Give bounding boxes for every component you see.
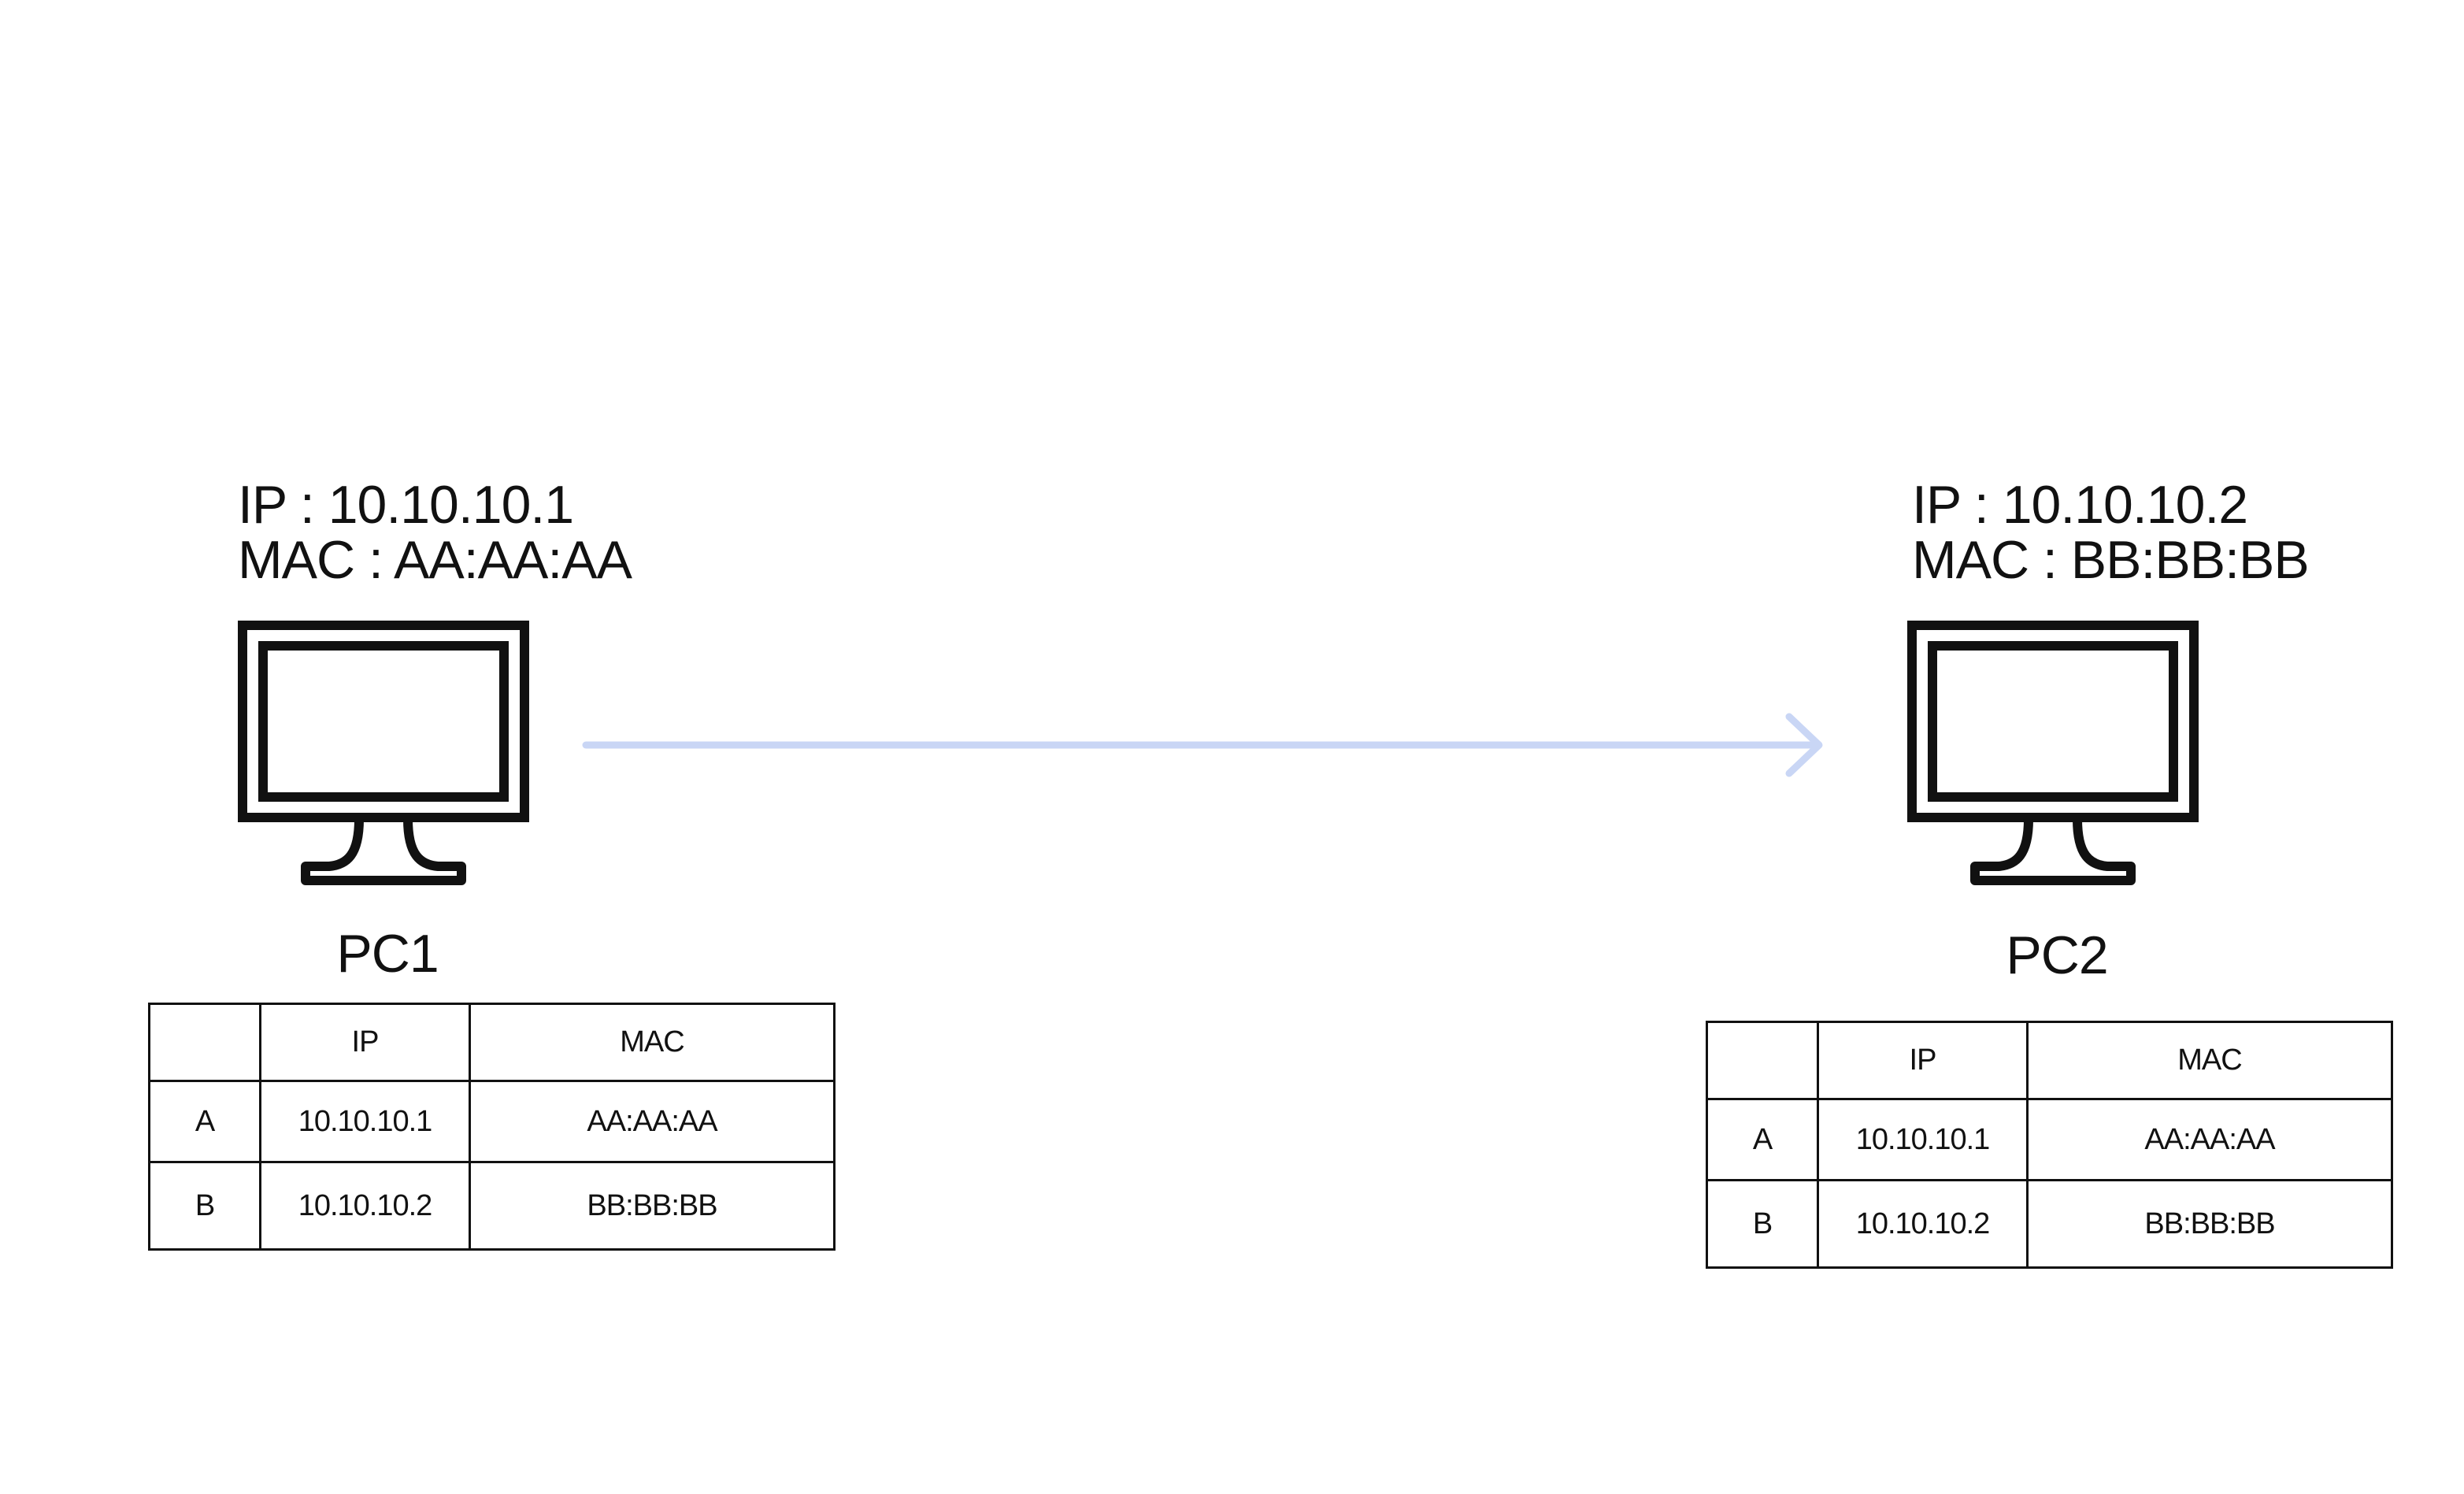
row-name-cell: A <box>148 1080 261 1163</box>
table-row: A 10.10.10.1 AA:AA:AA <box>148 1080 836 1163</box>
header-cell: IP <box>1817 1021 2029 1100</box>
row-mac-cell: AA:AA:AA <box>2026 1098 2393 1181</box>
pc1-label: PC1 <box>336 924 439 984</box>
pc1-arp-table: IP MAC A 10.10.10.1 AA:AA:AA B 10.10.10.… <box>148 1003 836 1251</box>
pc2-ip: IP : 10.10.10.2 <box>1912 475 2248 535</box>
header-cell: MAC <box>2026 1021 2393 1100</box>
pc1-address-info: IP : 10.10.10.1 MAC : AA:AA:AA <box>238 477 632 588</box>
row-name-cell: B <box>1706 1179 1819 1269</box>
header-cell: IP <box>259 1003 471 1082</box>
row-mac-cell: BB:BB:BB <box>469 1161 836 1251</box>
pc2-mac: MAC : BB:BB:BB <box>1912 530 2310 590</box>
row-ip-cell: 10.10.10.1 <box>259 1080 471 1163</box>
header-cell <box>148 1003 261 1082</box>
table-row: B 10.10.10.2 BB:BB:BB <box>148 1161 836 1251</box>
header-cell: MAC <box>469 1003 836 1082</box>
row-ip-cell: 10.10.10.2 <box>259 1161 471 1251</box>
pc1-mac: MAC : AA:AA:AA <box>238 530 632 590</box>
pc2-address-info: IP : 10.10.10.2 MAC : BB:BB:BB <box>1912 475 2310 590</box>
row-ip-cell: 10.10.10.2 <box>1817 1179 2029 1269</box>
pc2-arp-table: IP MAC A 10.10.10.1 AA:AA:AA B 10.10.10.… <box>1706 1021 2393 1269</box>
pc1-ip: IP : 10.10.10.1 <box>238 475 574 535</box>
row-mac-cell: BB:BB:BB <box>2026 1179 2393 1269</box>
header-cell <box>1706 1021 1819 1100</box>
row-mac-cell: AA:AA:AA <box>469 1080 836 1163</box>
table-header-row: IP MAC <box>1706 1021 2393 1100</box>
table-header-row: IP MAC <box>148 1003 836 1082</box>
pc2-label: PC2 <box>2006 925 2108 985</box>
table-row: B 10.10.10.2 BB:BB:BB <box>1706 1179 2393 1269</box>
table-row: A 10.10.10.1 AA:AA:AA <box>1706 1098 2393 1181</box>
pc2-monitor-icon <box>1907 621 2199 885</box>
row-name-cell: B <box>148 1161 261 1251</box>
row-name-cell: A <box>1706 1098 1819 1181</box>
row-ip-cell: 10.10.10.1 <box>1817 1098 2029 1181</box>
pc1-monitor-icon <box>238 621 529 885</box>
